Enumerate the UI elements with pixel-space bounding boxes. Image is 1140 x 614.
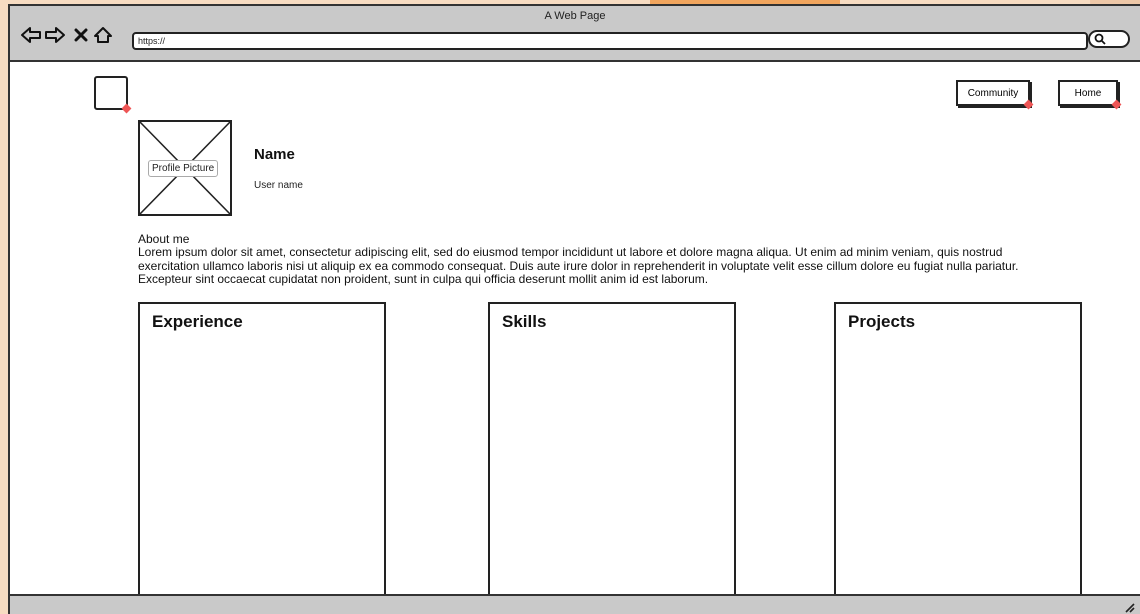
search-icon [1094,33,1106,45]
about-heading: About me [138,232,190,246]
profile-name: Name [254,146,295,163]
profile-username: User name [254,180,303,191]
profile-picture-label: Profile Picture [148,160,219,177]
forward-button[interactable] [44,24,66,46]
window-title: A Web Page [544,10,606,22]
resize-grip-icon[interactable] [1122,600,1136,614]
link-marker-icon [1023,99,1034,110]
community-label: Community [967,87,1019,99]
experience-title: Experience [152,312,243,331]
stop-button[interactable] [70,24,92,46]
forward-arrow-icon [45,27,65,43]
skills-title: Skills [502,312,547,331]
about-text: Lorem ipsum dolor sit amet, consectetur … [138,245,1019,286]
search-button[interactable] [1088,30,1130,48]
home-nav-button[interactable] [92,24,114,46]
logo-placeholder[interactable] [94,76,132,114]
back-arrow-icon [21,27,41,43]
projects-panel: Projects [834,302,1082,596]
stop-icon [74,28,88,42]
browser-statusbar [10,594,1140,614]
back-button[interactable] [20,24,42,46]
home-button[interactable]: Home [1058,80,1122,110]
browser-titlebar: A Web Page https:// [10,6,1140,62]
browser-window: A Web Page https:// Community Home Profi… [8,4,1140,614]
home-icon [94,27,112,43]
profile-picture: Profile Picture [138,120,232,216]
home-label: Home [1074,87,1102,99]
page-content: Community Home Profile Picture Name User… [10,62,1140,596]
skills-panel: Skills [488,302,736,596]
community-button[interactable]: Community [956,80,1034,110]
projects-title: Projects [848,312,916,331]
link-marker-icon [121,103,132,114]
experience-panel: Experience [138,302,386,596]
link-marker-icon [1111,99,1122,110]
url-input[interactable]: https:// [132,32,1088,50]
